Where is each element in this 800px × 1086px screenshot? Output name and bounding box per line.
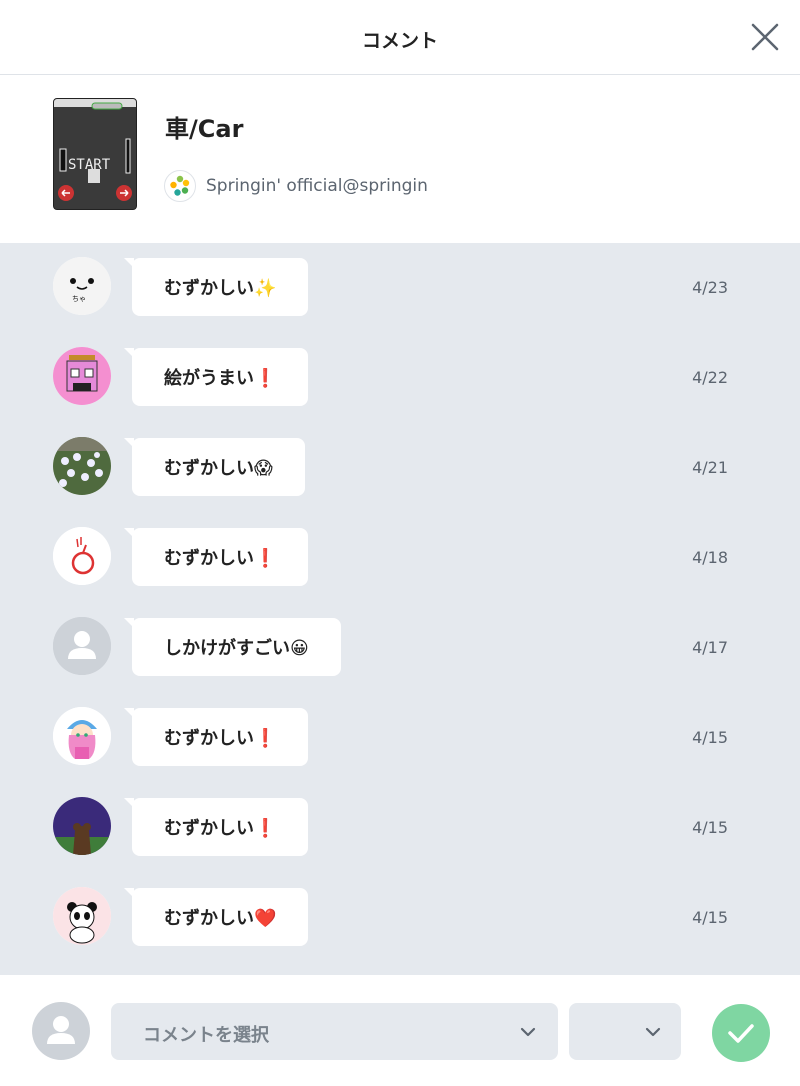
comment-row: むずかしい❗ 4/15 [0, 693, 800, 783]
work-info: START 車/Car Springin' official@springin [0, 76, 800, 243]
avatar[interactable] [53, 347, 111, 405]
page-title: コメント [361, 30, 438, 52]
avatar[interactable] [53, 437, 111, 495]
svg-text:ちゃ: ちゃ [72, 295, 86, 303]
comment-select[interactable]: コメントを選択 [111, 1003, 558, 1060]
comment-bubble: むずかしい❗ [123, 528, 309, 586]
comment-date: 4/22 [692, 368, 728, 387]
comment-date: 4/15 [692, 818, 728, 837]
comment-row: むずかしい😱 4/21 [0, 423, 800, 513]
comment-bubble: むずかしい❗ [123, 798, 309, 856]
avatar[interactable] [53, 617, 111, 675]
comment-row: むずかしい❗ 4/18 [0, 513, 800, 603]
work-title: 車/Car [165, 115, 244, 143]
comment-bubble: しかけがすごい😀 [124, 618, 341, 676]
close-icon [751, 23, 779, 51]
comment-row: ちゃ むずかしい✨ 4/23 [0, 243, 800, 333]
comment-row: しかけがすごい😀 4/17 [0, 603, 800, 693]
girl-blue-hat-avatar-icon [53, 707, 111, 765]
default-user-icon [53, 617, 111, 675]
flowers-photo-avatar-icon [53, 437, 111, 495]
comment-date: 4/17 [692, 638, 728, 657]
night-scene-avatar-icon [53, 797, 111, 855]
comment-date: 4/15 [692, 908, 728, 927]
author-link[interactable]: Springin' official@springin [164, 170, 428, 202]
comment-date: 4/15 [692, 728, 728, 747]
comment-row: むずかしい❤️ 4/15 [0, 873, 800, 963]
my-avatar [32, 1002, 90, 1060]
red-apple-avatar-icon [53, 527, 111, 585]
comment-row: むずかしい❗ 4/15 [0, 783, 800, 873]
send-button[interactable] [712, 1004, 770, 1062]
work-thumbnail[interactable]: START [53, 98, 137, 210]
white-face-avatar-icon: ちゃ [53, 257, 111, 315]
comment-date: 4/18 [692, 548, 728, 567]
avatar[interactable] [53, 707, 111, 765]
author-name: Springin' official@springin [206, 176, 428, 196]
checkmark-icon [728, 1024, 754, 1043]
author-avatar [164, 170, 196, 202]
avatar[interactable] [53, 887, 111, 945]
chevron-down-icon [645, 1027, 661, 1037]
default-user-icon [47, 1016, 75, 1044]
avatar[interactable] [53, 527, 111, 585]
emoji-select[interactable] [569, 1003, 681, 1060]
comment-row: 絵がうまい❗ 4/22 [0, 333, 800, 423]
comment-bubble: むずかしい❤️ [123, 888, 309, 946]
pink-robot-avatar-icon [53, 347, 111, 405]
comment-select-placeholder: コメントを選択 [143, 1025, 269, 1046]
comment-composer: コメントを選択 [0, 975, 800, 1086]
comment-bubble: むずかしい✨ [123, 258, 309, 316]
comment-bubble: むずかしい❗ [123, 708, 309, 766]
comment-bubble: 絵がうまい❗ [123, 348, 309, 406]
comment-date: 4/23 [692, 278, 728, 297]
header-bar: コメント [0, 0, 800, 75]
comment-bubble: むずかしい😱 [124, 438, 305, 496]
springin-logo-icon [170, 175, 190, 196]
avatar[interactable]: ちゃ [53, 257, 111, 315]
chevron-down-icon [520, 1027, 536, 1037]
panda-avatar-icon [53, 887, 111, 945]
avatar[interactable] [53, 797, 111, 855]
close-button[interactable] [750, 22, 780, 52]
comment-date: 4/21 [692, 458, 728, 477]
comment-list[interactable]: ちゃ むずかしい✨ 4/23 絵がうまい❗ 4/22 むずかしい😱 4/21 む… [0, 243, 800, 975]
